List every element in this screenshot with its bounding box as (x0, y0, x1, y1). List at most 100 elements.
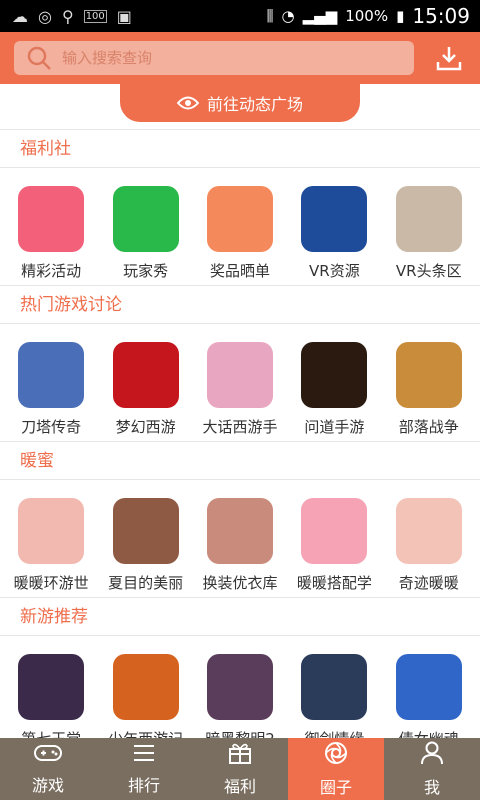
app-label: 少年西游记 (102, 728, 190, 738)
tab-4[interactable]: 我 (384, 738, 480, 800)
qiannv-icon (395, 654, 462, 720)
plaza-button-label: 前往动态广场 (206, 95, 303, 114)
tab-label: 排行 (127, 776, 160, 795)
app-label: 玩家秀 (123, 262, 169, 280)
app-item[interactable]: 夏目的美丽 (102, 498, 190, 597)
app-item[interactable]: 精彩活动 (7, 186, 95, 285)
app-item[interactable]: 倩女幽魂 (385, 654, 473, 738)
app-item[interactable]: 暖暖搭配学 (290, 498, 378, 597)
header (0, 32, 480, 84)
app-item[interactable]: 御剑情缘 (290, 654, 378, 738)
xiamu-icon (112, 498, 179, 564)
bottom-tab-bar: 游戏 排行 福利 圈子 我 (0, 738, 480, 800)
dahua-icon (206, 342, 273, 408)
app-label: 暗黑黎明2 (196, 728, 284, 738)
app-label: 第七王觉 (7, 728, 95, 738)
clock: 15:09 (412, 4, 470, 28)
app-label: VR资源 (309, 262, 360, 280)
app-label: 奇迹暖暖 (398, 574, 459, 592)
tab-2[interactable]: 福利 (192, 738, 288, 800)
tab-3[interactable]: 圈子 (288, 738, 384, 800)
qiji-icon (395, 498, 462, 564)
tab-label: 圈子 (319, 778, 352, 797)
app-item[interactable]: 暗黑黎明2 (196, 654, 284, 738)
dapei-icon (301, 498, 368, 564)
download-icon (436, 47, 462, 71)
app-item[interactable]: 换装优衣库 (196, 498, 284, 597)
app-grid: 暖暖环游世 夏目的美丽 换装优衣库 暖暖搭配学 奇迹暖暖 (0, 480, 480, 598)
nuannuan-icon (18, 498, 85, 564)
eye-icon (176, 96, 199, 110)
battery-percent: 100% (345, 7, 389, 25)
tab-1[interactable]: 排行 (96, 738, 192, 800)
search-input[interactable] (62, 49, 382, 67)
battery-small-icon: 100 (83, 9, 107, 23)
app-item[interactable]: 少年西游记 (102, 654, 190, 738)
shaonian-icon (112, 654, 179, 720)
sections-container: 福利社精彩活动 玩家秀 奖品晒单 VR资源 VR头条区热门游戏讨论刀塔传奇 梦幻西游 大话西… (0, 130, 480, 738)
dota-hero-icon (18, 342, 85, 408)
app-item[interactable]: 第七王觉 (7, 654, 95, 738)
app-grid: 第七王觉少年西游记暗黑黎明2 御剑情缘倩女幽魂 (0, 636, 480, 738)
app-item[interactable]: 梦幻西游 (102, 342, 190, 441)
app-grid: 精彩活动 玩家秀 奖品晒单 VR资源 VR头条区 (0, 168, 480, 286)
wifi-icon: ◔ (281, 7, 295, 25)
section-title: 新游推荐 (0, 598, 480, 636)
vr-film-icon (301, 186, 368, 252)
app-item[interactable]: VR头条区 (385, 186, 473, 285)
app-grid: 刀塔传奇 梦幻西游 大话西游手 问道手游 部落战争 (0, 324, 480, 442)
section-title: 热门游戏讨论 (0, 286, 480, 324)
app-label: 精彩活动 (21, 262, 82, 280)
circle-icon (323, 740, 349, 770)
app-item[interactable]: 奖品晒单 (196, 186, 284, 285)
user-icon (420, 740, 444, 770)
app-label: 大话西游手 (202, 418, 278, 436)
app-item[interactable]: VR资源 (290, 186, 378, 285)
app-item[interactable]: 奇迹暖暖 (385, 498, 473, 597)
app-item[interactable]: 刀塔传奇 (7, 342, 95, 441)
tab-label: 游戏 (31, 776, 64, 795)
show-bubble-icon (112, 186, 179, 252)
app-label: 暖暖环游世 (13, 574, 89, 592)
app-label: 夏目的美丽 (108, 574, 184, 592)
app-label: VR头条区 (395, 262, 462, 280)
usb-icon: ⚲ (61, 6, 74, 26)
clash-icon (395, 342, 462, 408)
signal-icon: ▂▄▆ (302, 7, 338, 25)
gift-phone-icon (18, 186, 85, 252)
nfc-icon: ◎ (38, 6, 52, 26)
anhei-icon (206, 654, 273, 720)
huanzhuang-icon (206, 498, 273, 564)
app-item[interactable]: 玩家秀 (102, 186, 190, 285)
weather-icon: ☁ (12, 6, 28, 26)
tab-label: 我 (423, 778, 440, 797)
app-label: 暖暖搭配学 (296, 574, 372, 592)
gamepad-icon (33, 742, 63, 768)
app-item[interactable]: 问道手游 (290, 342, 378, 441)
gift-icon (227, 741, 253, 769)
plaza-button[interactable]: 前往动态广场 (120, 84, 360, 122)
plaza-wrap: 前往动态广场 (0, 84, 480, 130)
vibrate-icon: ⫼ (266, 7, 274, 25)
diqi-icon (18, 654, 85, 720)
app-item[interactable]: 部落战争 (385, 342, 473, 441)
yujian-icon (301, 654, 368, 720)
ranking-list-icon (131, 742, 157, 768)
app-item[interactable]: 暖暖环游世 (7, 498, 95, 597)
app-item[interactable]: 大话西游手 (196, 342, 284, 441)
prize-box-icon (206, 186, 273, 252)
app-label: 御剑情缘 (290, 728, 378, 738)
search-box[interactable] (14, 41, 414, 75)
download-button[interactable] (432, 41, 466, 75)
battery-icon: ▮ (396, 7, 405, 25)
tab-0[interactable]: 游戏 (0, 738, 96, 800)
wendao-icon (301, 342, 368, 408)
tab-label: 福利 (223, 777, 256, 796)
section-title: 福利社 (0, 130, 480, 168)
app-label: 部落战争 (398, 418, 459, 436)
vr-headset-icon (395, 186, 462, 252)
app-label: 刀塔传奇 (21, 418, 82, 436)
app-label: 梦幻西游 (115, 418, 176, 436)
status-bar: ☁ ◎ ⚲ 100 ▣ ⫼ ◔ ▂▄▆ 100% ▮ 15:09 (0, 0, 480, 32)
app-label: 倩女幽魂 (385, 728, 473, 738)
